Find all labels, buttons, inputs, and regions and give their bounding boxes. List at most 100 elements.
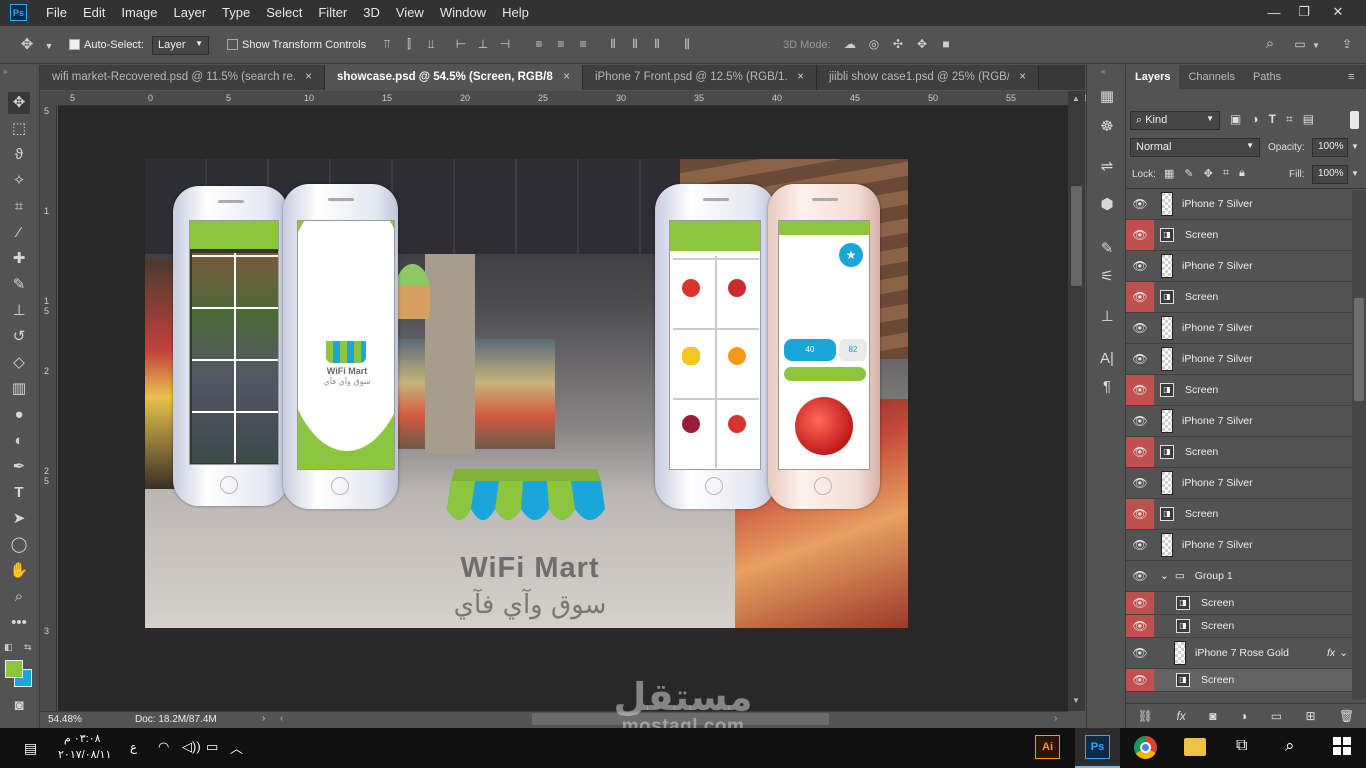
vertical-scroll-thumb[interactable]	[1071, 186, 1082, 286]
quick-mask-icon[interactable]: ◙	[8, 695, 30, 717]
chevron-up-icon[interactable]: ︿	[230, 738, 243, 757]
align-top-icon[interactable]: ⫪	[380, 37, 394, 51]
marquee-tool-icon[interactable]: ⬚	[8, 118, 30, 140]
clock-time[interactable]: ٠٣:٠٨ م	[64, 732, 101, 745]
close-tab-icon[interactable]: ×	[563, 65, 570, 90]
windows-start-icon[interactable]	[1333, 737, 1351, 755]
adjustment-filter-icon[interactable]: ◑	[1251, 112, 1258, 127]
menu-item-3d[interactable]: 3D	[355, 0, 388, 26]
panel-menu-icon[interactable]: ≡	[1348, 71, 1354, 83]
distribute-left-icon[interactable]: ⦀	[606, 37, 620, 51]
distribute-top-icon[interactable]: ≡	[532, 37, 546, 51]
character-panel-icon[interactable]: A|	[1095, 347, 1119, 371]
move-tool-icon[interactable]: ✥	[8, 92, 30, 114]
distribute-hcenter-icon[interactable]: ⦀	[628, 37, 642, 51]
new-layer-icon[interactable]: ⊞	[1306, 709, 1316, 723]
lock-transparent-icon[interactable]: ▦	[1164, 167, 1174, 180]
layer-row[interactable]: 👁︎ ◨ Screen	[1126, 437, 1352, 468]
3d-panel-icon[interactable]: ⬢	[1095, 193, 1119, 217]
volume-icon[interactable]: ◁))	[182, 739, 201, 755]
lock-pixels-icon[interactable]: ✎	[1184, 167, 1193, 180]
menu-item-select[interactable]: Select	[258, 0, 310, 26]
menu-item-window[interactable]: Window	[432, 0, 494, 26]
blur-tool-icon[interactable]: ●	[8, 404, 30, 426]
layer-row[interactable]: 👁︎ iPhone 7 Silver	[1126, 468, 1352, 499]
visibility-eye-icon[interactable]: 👁︎	[1126, 638, 1154, 668]
layer-row[interactable]: 👁︎ ◨ Screen	[1126, 592, 1352, 615]
roll-3d-icon[interactable]: ◎	[867, 37, 881, 51]
crop-tool-icon[interactable]: ⌗	[8, 196, 30, 218]
lock-position-icon[interactable]: ✥	[1204, 167, 1213, 180]
visibility-eye-icon[interactable]: 👁︎	[1126, 530, 1154, 560]
layer-row[interactable]: 👁︎ iPhone 7 Rose Gold fx ⌄	[1126, 638, 1352, 669]
document-artwork[interactable]: WiFi Mart سوق وآي فآي ★ 40 82 WiFi Mart …	[145, 159, 908, 628]
file-explorer-icon[interactable]	[1184, 738, 1206, 756]
add-mask-icon[interactable]: ◙	[1209, 709, 1216, 723]
chevron-down-icon[interactable]: ▼	[1351, 169, 1359, 178]
zoom-level[interactable]: 54.48%	[48, 714, 82, 725]
menu-item-filter[interactable]: Filter	[310, 0, 355, 26]
lock-artboard-icon[interactable]: ⌗	[1223, 167, 1229, 180]
distribute-vcenter-icon[interactable]: ≡	[554, 37, 568, 51]
align-right-icon[interactable]: ⊣	[498, 37, 512, 51]
chevron-down-icon[interactable]: ⌄	[1339, 647, 1348, 659]
brush-tool-icon[interactable]: ✎	[8, 274, 30, 296]
slide-3d-icon[interactable]: ✥	[915, 37, 929, 51]
layer-fx-icon[interactable]: fx	[1327, 647, 1335, 659]
menu-item-layer[interactable]: Layer	[166, 0, 215, 26]
show-transform-checkbox[interactable]	[227, 39, 238, 50]
chevron-down-icon[interactable]: ▼	[1351, 142, 1359, 151]
layers-scroll-thumb[interactable]	[1354, 298, 1364, 401]
visibility-eye-icon[interactable]: 👁︎	[1126, 189, 1154, 219]
clock-date[interactable]: ٢٠١٧/٠٨/١١	[58, 748, 111, 761]
layer-row[interactable]: 👁︎ iPhone 7 Silver	[1126, 189, 1352, 220]
paragraph-panel-icon[interactable]: ¶	[1095, 375, 1119, 399]
collapse-arrows-icon[interactable]: «	[1101, 67, 1105, 76]
smart-filter-icon[interactable]: ▤	[1303, 112, 1314, 127]
foreground-color-swatch[interactable]	[5, 660, 23, 678]
shape-filter-icon[interactable]: ⌗	[1286, 112, 1293, 127]
type-tool-icon[interactable]: T	[8, 482, 30, 504]
vertical-scrollbar[interactable]: ▲ ▼	[1068, 91, 1085, 711]
clone-stamp-tool-icon[interactable]: ⊥	[8, 300, 30, 322]
chevron-right-icon[interactable]: ›	[262, 713, 265, 724]
document-tab[interactable]: jiibli show case1.psd @ 25% (RGB/... ×	[817, 65, 1039, 90]
menu-item-file[interactable]: File	[38, 0, 75, 26]
pen-tool-icon[interactable]: ✒	[8, 456, 30, 478]
menu-item-edit[interactable]: Edit	[75, 0, 113, 26]
opacity-input[interactable]: 100%	[1312, 138, 1348, 157]
language-indicator[interactable]: ع	[130, 740, 137, 754]
visibility-eye-icon[interactable]: 👁︎	[1126, 282, 1154, 312]
layer-row[interactable]: 👁︎ iPhone 7 Silver	[1126, 406, 1352, 437]
layer-row[interactable]: 👁︎ iPhone 7 Silver	[1126, 344, 1352, 375]
align-left-icon[interactable]: ⊢	[454, 37, 468, 51]
lasso-tool-icon[interactable]: ϑ	[8, 144, 30, 166]
visibility-eye-icon[interactable]: 👁︎	[1126, 437, 1154, 467]
default-colors-icon[interactable]: ◧	[4, 642, 13, 653]
scale-3d-icon[interactable]: ■	[939, 37, 953, 51]
gradient-tool-icon[interactable]: ▥	[8, 378, 30, 400]
distribute-bottom-icon[interactable]: ≡	[576, 37, 590, 51]
history-panel-icon[interactable]: ▦	[1095, 85, 1119, 109]
ellipse-tool-icon[interactable]: ◯	[8, 534, 30, 556]
scroll-right-icon[interactable]: ›	[1054, 713, 1057, 724]
align-vcenter-icon[interactable]: ⫿	[402, 37, 416, 51]
visibility-eye-icon[interactable]: 👁︎	[1126, 344, 1154, 374]
orbit-3d-icon[interactable]: ☁	[843, 37, 857, 51]
panel-tab-paths[interactable]: Paths	[1244, 65, 1290, 89]
visibility-eye-icon[interactable]: 👁︎	[1126, 592, 1154, 614]
hand-tool-icon[interactable]: ✋	[8, 560, 30, 582]
share-icon[interactable]: ⇪	[1340, 37, 1354, 51]
link-layers-icon[interactable]: ⛓	[1138, 709, 1153, 723]
layer-row[interactable]: 👁︎ ◨ Screen	[1126, 615, 1352, 638]
collapse-arrows-icon[interactable]: »	[3, 67, 7, 76]
visibility-eye-icon[interactable]: 👁︎	[1126, 220, 1154, 250]
properties-panel-icon[interactable]: ⇌	[1095, 155, 1119, 179]
healing-brush-tool-icon[interactable]: ✚	[8, 248, 30, 270]
blend-mode-dropdown[interactable]: Normal ▼	[1130, 138, 1260, 157]
panel-tab-channels[interactable]: Channels	[1179, 65, 1243, 89]
horizontal-ruler[interactable]: 5051015202530354045505560	[58, 91, 1094, 106]
visibility-eye-icon[interactable]: 👁︎	[1126, 499, 1154, 529]
chevron-down-icon[interactable]: ▼	[1309, 39, 1323, 53]
photoshop-taskbar-icon[interactable]: Ps	[1085, 735, 1110, 759]
